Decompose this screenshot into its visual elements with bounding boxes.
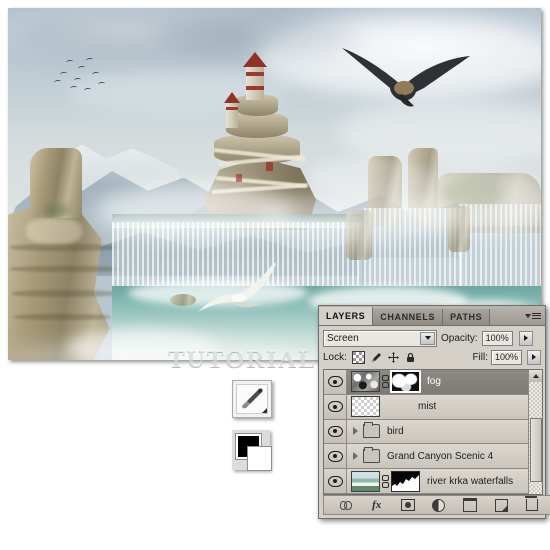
panel-tab-bar: LAYERS CHANNELS PATHS bbox=[319, 306, 545, 326]
fill-label: Fill: bbox=[472, 351, 488, 363]
layer-mask-thumbnail[interactable] bbox=[390, 370, 421, 394]
seagull bbox=[198, 262, 276, 312]
layer-name[interactable]: river krka waterfalls bbox=[427, 476, 513, 487]
layer-name[interactable]: mist bbox=[418, 401, 436, 412]
fill-group: Fill: 100% bbox=[472, 349, 541, 365]
layer-visibility-toggle[interactable] bbox=[324, 394, 347, 419]
photoshop-screenshot: TUTORIAL LOUNGE LAYERS CHANNELS PATHS Sc… bbox=[0, 0, 550, 550]
layer-row-bird[interactable]: bird bbox=[324, 419, 528, 445]
lock-icons bbox=[351, 350, 416, 364]
tower-band bbox=[246, 72, 264, 76]
layer-row-grand-canyon-scenic-4[interactable]: Grand Canyon Scenic 4 bbox=[324, 444, 528, 470]
folder-icon bbox=[363, 447, 380, 464]
color-swatch[interactable] bbox=[232, 430, 271, 470]
link-layers-icon[interactable] bbox=[339, 498, 353, 512]
layers-panel-button-bar: fx bbox=[323, 495, 550, 515]
opacity-label: Opacity: bbox=[441, 332, 478, 344]
mist bbox=[308, 158, 428, 194]
layers-list: fog mist bird Grand Canyon Scenic 4 rive… bbox=[324, 370, 528, 494]
lock-all-icon[interactable] bbox=[405, 352, 416, 363]
layer-name[interactable]: fog bbox=[427, 376, 441, 387]
tower-band bbox=[246, 86, 264, 90]
group-expand-triangle-icon[interactable] bbox=[353, 452, 358, 461]
layer-thumbnails bbox=[347, 396, 380, 418]
eye-icon bbox=[327, 450, 343, 462]
new-group-icon[interactable] bbox=[463, 498, 478, 512]
group-expand-triangle-icon[interactable] bbox=[353, 427, 358, 436]
eye-icon bbox=[327, 376, 343, 388]
rock-strata bbox=[12, 290, 116, 297]
background-color-swatch[interactable] bbox=[248, 447, 271, 470]
lock-position-icon[interactable] bbox=[387, 351, 399, 363]
adjustment-layer-icon[interactable] bbox=[432, 498, 446, 512]
rock-strata bbox=[14, 314, 110, 320]
layer-thumbnails bbox=[347, 470, 420, 492]
link-icon[interactable] bbox=[382, 474, 389, 488]
scrollbar-thumb[interactable] bbox=[530, 418, 542, 482]
layer-thumbnail[interactable] bbox=[351, 371, 380, 393]
blend-mode-select[interactable]: Screen bbox=[323, 329, 437, 347]
eagle bbox=[342, 48, 470, 107]
layer-thumbnail[interactable] bbox=[351, 470, 380, 492]
eye-icon bbox=[327, 425, 343, 437]
layer-visibility-toggle[interactable] bbox=[324, 469, 347, 493]
new-layer-icon[interactable] bbox=[494, 498, 508, 512]
layer-thumbnail[interactable] bbox=[351, 396, 380, 418]
layer-row-mist[interactable]: mist bbox=[324, 394, 528, 420]
panel-menu-icon[interactable] bbox=[525, 310, 541, 321]
layer-name[interactable]: Grand Canyon Scenic 4 bbox=[387, 451, 493, 462]
brush-icon bbox=[236, 384, 268, 414]
layer-row-fog[interactable]: fog bbox=[324, 370, 528, 395]
chevron-down-icon[interactable] bbox=[420, 331, 435, 345]
tab-channels[interactable]: CHANNELS bbox=[373, 309, 444, 325]
opacity-stepper[interactable] bbox=[518, 330, 533, 346]
delete-layer-icon[interactable] bbox=[525, 496, 539, 512]
layers-list-container[interactable]: fog mist bird Grand Canyon Scenic 4 rive… bbox=[323, 369, 543, 495]
layer-style-fx-icon[interactable]: fx bbox=[370, 498, 384, 512]
rock-strata bbox=[10, 244, 118, 251]
link-icon[interactable] bbox=[382, 375, 389, 389]
brush-tool-button[interactable] bbox=[232, 380, 272, 418]
rock-highlight bbox=[26, 218, 82, 244]
layer-mask-thumbnail[interactable] bbox=[391, 470, 420, 492]
opacity-input[interactable]: 100% bbox=[481, 330, 513, 346]
tab-paths[interactable]: PATHS bbox=[443, 309, 491, 325]
lock-image-pixels-icon[interactable] bbox=[371, 352, 382, 363]
citadel-tower-small bbox=[226, 102, 238, 128]
citadel-accent bbox=[236, 174, 242, 182]
layer-visibility-toggle[interactable] bbox=[324, 444, 347, 469]
tab-layers[interactable]: LAYERS bbox=[319, 307, 374, 325]
rock-strata bbox=[10, 266, 122, 272]
eye-icon bbox=[327, 475, 343, 487]
add-layer-mask-icon[interactable] bbox=[400, 498, 415, 512]
cloud-dark bbox=[158, 16, 358, 58]
foliage bbox=[44, 204, 70, 216]
layer-thumbnails bbox=[347, 370, 421, 394]
fill-input[interactable]: 100% bbox=[491, 349, 522, 365]
tower-band bbox=[226, 107, 238, 110]
fill-stepper[interactable] bbox=[527, 349, 541, 365]
layer-visibility-toggle[interactable] bbox=[324, 370, 347, 394]
folder-icon bbox=[363, 422, 380, 439]
blend-mode-value: Screen bbox=[327, 332, 359, 344]
layer-name[interactable]: bird bbox=[387, 426, 404, 437]
lock-transparent-pixels-icon[interactable] bbox=[351, 350, 365, 364]
layer-visibility-toggle[interactable] bbox=[324, 419, 347, 444]
layer-row-river-krka-waterfalls[interactable]: river krka waterfalls bbox=[324, 469, 528, 494]
lock-row: Lock: Fill: 100% bbox=[319, 348, 545, 366]
layers-scrollbar[interactable] bbox=[528, 370, 542, 494]
layers-panel[interactable]: LAYERS CHANNELS PATHS Screen Opacity: 10… bbox=[318, 305, 550, 519]
blend-mode-row: Screen Opacity: 100% bbox=[319, 326, 545, 348]
eye-icon bbox=[327, 401, 343, 413]
citadel-accent bbox=[266, 162, 273, 171]
lock-label: Lock: bbox=[323, 351, 347, 363]
